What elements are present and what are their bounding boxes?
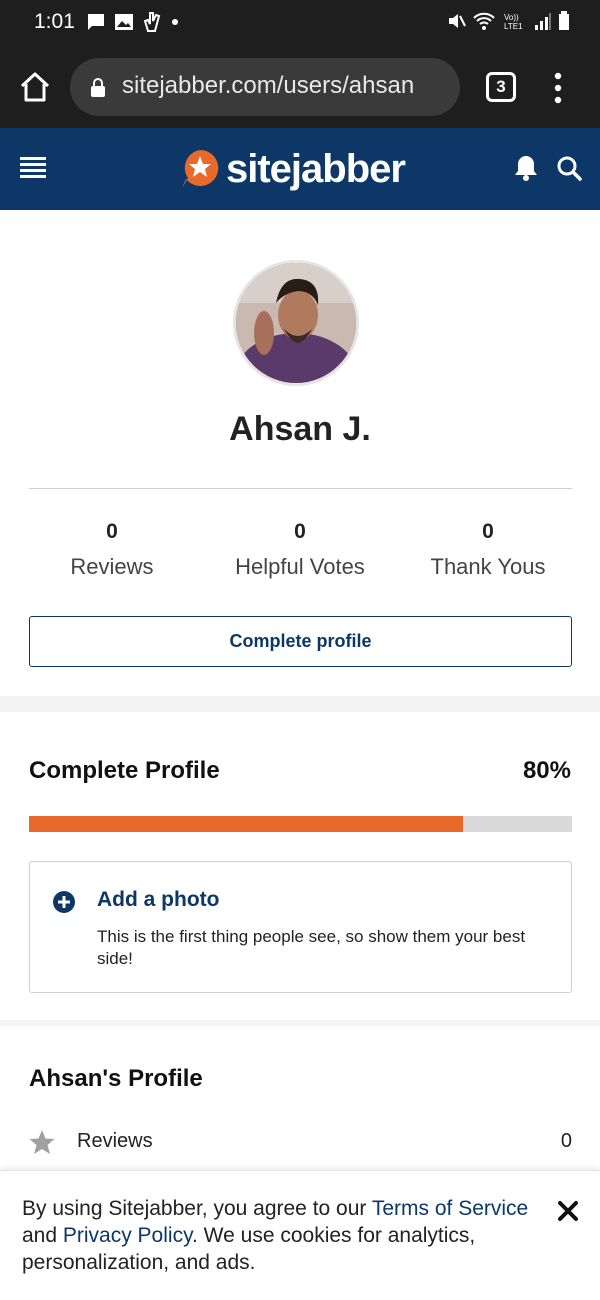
close-icon[interactable]	[556, 1199, 580, 1223]
status-bar: 1:01 Vo)) LTE1	[0, 0, 600, 46]
complete-profile-title: Complete Profile	[29, 757, 220, 784]
sitejabber-logo[interactable]: sitejabber	[180, 146, 406, 192]
hamburger-icon[interactable]	[20, 154, 46, 180]
svg-text:LTE1: LTE1	[504, 22, 523, 31]
logo-text: sitejabber	[226, 146, 406, 191]
logo-badge-icon	[182, 149, 219, 188]
status-system-icons: Vo)) LTE1	[446, 11, 570, 31]
divider	[29, 488, 572, 489]
section-separator	[0, 1020, 600, 1026]
stat-label: Thank Yous	[430, 554, 546, 579]
complete-profile-percent: 80%	[522, 757, 571, 784]
profile-row-label: Reviews	[77, 1130, 153, 1152]
avatar[interactable]	[233, 260, 359, 386]
cookie-text: By using Sitejabber, you agree to our Te…	[22, 1195, 547, 1276]
add-photo-card[interactable]: Add a photo This is the first thing peop…	[29, 861, 572, 993]
url-text: sitejabber.com/users/ahsan	[122, 72, 415, 99]
cookie-text-part: By using Sitejabber, you agree to our	[22, 1197, 372, 1220]
avatar-photo	[236, 263, 356, 383]
stat-label: Helpful Votes	[235, 554, 365, 579]
profile-row-value: 0	[560, 1130, 572, 1152]
star-icon	[29, 1130, 55, 1154]
terms-of-service-link[interactable]: Terms of Service	[372, 1197, 528, 1220]
image-icon	[115, 14, 133, 30]
home-icon[interactable]	[18, 70, 52, 104]
hand-icon	[143, 12, 161, 32]
dot-icon	[172, 19, 178, 25]
more-vert-icon[interactable]	[548, 70, 568, 106]
message-icon	[88, 14, 104, 30]
mute-icon	[449, 14, 466, 28]
search-icon[interactable]	[556, 155, 582, 181]
stat-value: 0	[106, 520, 118, 543]
site-header: sitejabber	[0, 128, 600, 210]
signal-icon	[535, 13, 551, 30]
battery-icon	[559, 11, 569, 30]
stat-label: Reviews	[70, 554, 154, 579]
tab-switcher-button[interactable]: 3	[486, 72, 516, 102]
stat-value: 0	[482, 520, 494, 543]
wifi-icon	[473, 12, 495, 30]
stat-value: 0	[294, 520, 306, 543]
complete-profile-button[interactable]: Complete profile	[29, 616, 572, 667]
user-profile-title: Ahsan's Profile	[29, 1065, 203, 1092]
stat-reviews: 0 Reviews	[12, 520, 212, 580]
status-time: 1:01	[34, 10, 75, 33]
browser-toolbar: sitejabber.com/users/ahsan 3	[0, 46, 600, 128]
cookie-text-part: and	[22, 1224, 63, 1247]
user-name: Ahsan J.	[229, 410, 371, 448]
stat-helpful-votes: 0 Helpful Votes	[200, 520, 400, 580]
address-bar[interactable]: sitejabber.com/users/ahsan	[70, 58, 460, 116]
add-photo-link[interactable]: Add a photo	[97, 888, 219, 912]
progress-bar	[29, 816, 572, 832]
progress-fill	[29, 816, 464, 832]
bell-icon[interactable]	[513, 154, 539, 182]
section-separator	[0, 696, 600, 712]
plus-circle-icon	[53, 891, 75, 913]
lte-icon: Vo))LTE1	[504, 13, 523, 31]
privacy-policy-link[interactable]: Privacy Policy	[63, 1224, 192, 1247]
status-notifications	[86, 11, 180, 33]
svg-text:Vo)): Vo))	[504, 13, 519, 22]
profile-row-reviews[interactable]: Reviews 0	[29, 1127, 572, 1157]
stat-thank-yous: 0 Thank Yous	[388, 520, 588, 580]
add-photo-description: This is the first thing people see, so s…	[97, 927, 526, 968]
cookie-banner: By using Sitejabber, you agree to our Te…	[0, 1170, 600, 1300]
lock-icon	[91, 78, 105, 97]
